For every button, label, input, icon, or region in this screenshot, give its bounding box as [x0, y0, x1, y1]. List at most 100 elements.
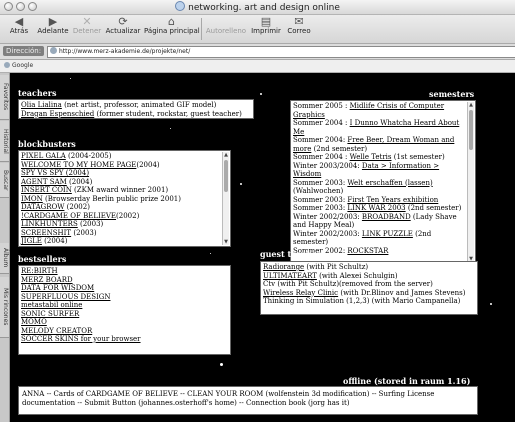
forward-arrow-icon: ▶	[48, 15, 58, 28]
print-button[interactable]: ▤ Imprimir	[249, 16, 283, 35]
semesters-scrollbar[interactable]: ▲ ▼	[467, 102, 474, 262]
list-item: Olia Lialina (net artist, professor, ani…	[21, 101, 217, 109]
bestsellers-heading: bestsellers	[18, 254, 67, 264]
side-tab-my-corners[interactable]: Mis rincones	[0, 277, 9, 338]
semester-link[interactable]: BROADBAND	[362, 213, 411, 221]
list-item: Winter 2002/2003: LINK PUZZLE (2nd semes…	[293, 229, 432, 247]
address-input[interactable]: http://www.merz-akademie.de/projekte/net…	[47, 46, 515, 58]
window-title: networking. art and design online	[0, 1, 515, 13]
project-link[interactable]: LINKHUNTERS	[21, 220, 78, 228]
semester-link[interactable]: ROCKSTAR	[347, 247, 388, 255]
project-link[interactable]: IMON	[21, 195, 43, 203]
blockbusters-box: PIXEL GALA (2004-2005) WELCOME TO MY HOM…	[18, 150, 231, 247]
explorer-side-tabs: Favoritos Historial Buscar Álbum Mis rin…	[0, 73, 10, 422]
project-link[interactable]: !CARDGAME OF BELIEVE	[21, 212, 116, 220]
list-item: SCREENSHIT (2003)	[21, 228, 97, 237]
blockbusters-scrollbar[interactable]: ▲ ▼	[222, 152, 229, 245]
back-arrow-icon: ◀	[14, 15, 24, 28]
teachers-heading: teachers	[18, 88, 57, 98]
list-item: Sommer 2004 : I Dunno Whatcha Heard Abou…	[293, 119, 460, 136]
list-item: SPY VS SPY (2004)	[21, 169, 228, 178]
star	[240, 183, 242, 185]
guest-teachers-heading: guest teachers	[260, 249, 326, 259]
side-tab-favorites[interactable]: Favoritos	[0, 75, 9, 120]
list-item: Winter 2003/2004: Data > Information > W…	[293, 161, 440, 179]
semester-link[interactable]: First Ten Years exhibition	[347, 196, 438, 204]
teachers-box: Olia Lialina (net artist, professor, ani…	[18, 99, 254, 119]
list-item: Dragan Espenschied (former student, rock…	[21, 109, 242, 118]
project-link[interactable]: DATAGROW	[21, 203, 64, 211]
mail-icon: ✉	[294, 15, 304, 28]
project-link[interactable]: SPY VS SPY (2004)	[21, 169, 89, 177]
toolbar-divider	[201, 18, 202, 40]
side-tab-search[interactable]: Buscar	[0, 163, 9, 198]
scroll-thumb[interactable]	[224, 160, 228, 192]
blockbusters-heading: blockbusters	[18, 139, 76, 149]
project-link[interactable]: SUPERFLUOUS DESIGN	[21, 293, 110, 301]
project-link[interactable]: SONIC SURFER	[21, 310, 79, 318]
guest-link[interactable]: Radiorange	[263, 263, 304, 271]
favorite-google[interactable]: Google	[4, 62, 33, 69]
list-item: MOMO	[21, 318, 228, 327]
list-item: DATAGROW (2002)	[21, 203, 90, 211]
page-icon	[50, 47, 57, 54]
project-link[interactable]: RE:BIRTH	[21, 267, 58, 275]
home-button[interactable]: ⌂ Página principal	[144, 16, 200, 35]
project-link[interactable]: metastabil online	[21, 301, 82, 309]
list-item: Radiorange (with Pit Schultz)	[263, 263, 369, 271]
list-item: metastabil online	[21, 301, 228, 310]
stop-button[interactable]: ✕ Detener	[72, 16, 102, 35]
list-item: MELODY CREATOR	[21, 327, 228, 336]
list-item: IMON (Browserday Berlin public prize 200…	[21, 194, 181, 203]
scroll-thumb[interactable]	[469, 110, 473, 150]
scroll-up-icon[interactable]: ▲	[468, 102, 474, 108]
project-link[interactable]: MERZ BOARD	[21, 276, 73, 284]
project-link[interactable]: AGENT SAM	[21, 178, 67, 186]
list-item: Sommer 2004 : Welle Tetris (1st semester…	[293, 153, 445, 161]
project-link[interactable]: MELODY CREATOR	[21, 327, 92, 335]
side-tab-album[interactable]: Álbum	[0, 243, 9, 274]
project-link[interactable]: PIXEL GALA	[21, 152, 66, 160]
globe-icon	[175, 1, 186, 11]
semester-link[interactable]: LINK PUZZLE	[362, 230, 413, 238]
side-tab-history[interactable]: Historial	[0, 121, 9, 162]
teacher-link[interactable]: Dragan Espenschied	[21, 110, 94, 118]
browser-window: networking. art and design online ◀ Atrás…	[0, 0, 515, 422]
semester-link[interactable]: Welle Tetris	[350, 153, 392, 161]
teacher-link[interactable]: Olia Lialina	[21, 101, 62, 109]
star	[210, 253, 211, 254]
scroll-up-icon[interactable]: ▲	[223, 152, 229, 158]
list-item: Sommer 2005 : Midlife Crisis of Computer…	[293, 102, 445, 119]
scroll-down-icon[interactable]: ▼	[223, 239, 229, 245]
list-item: LINKHUNTERS (2003)	[21, 220, 104, 228]
list-item: Sommer 2003: First Ten Years exhibition	[293, 195, 439, 204]
project-link[interactable]: INSERT COIN	[21, 186, 72, 194]
list-item: Sommer 2003: LINK WAR 2003 (2nd semester…	[293, 204, 462, 212]
project-link[interactable]: DATA FOR WISDOM	[21, 284, 94, 292]
list-item: Sommer 2004: Free Beer, Dream Woman and …	[293, 136, 455, 153]
guest-link[interactable]: Wireless Relay Clinic	[263, 289, 338, 297]
project-link[interactable]: MOMO	[21, 318, 47, 326]
semester-link[interactable]: LINK WAR 2003	[347, 204, 405, 212]
list-item: !CARDGAME OF BELIEVE(2002)	[21, 211, 140, 220]
address-label: Dirección:	[3, 46, 45, 56]
mail-button[interactable]: ✉ Correo	[285, 16, 313, 35]
refresh-button[interactable]: ⟳ Actualizar	[103, 16, 143, 35]
list-item: INSERT COIN (ZKM award winner 2001)	[21, 186, 169, 194]
project-link[interactable]: WELCOME TO MY HOME PAGE	[21, 161, 136, 169]
forward-button[interactable]: ▶ Adelante	[36, 16, 70, 35]
semesters-box: Sommer 2005 : Midlife Crisis of Computer…	[290, 100, 476, 264]
list-item: SOCCER SKINS for your browser	[21, 335, 228, 344]
globe-icon	[4, 62, 10, 68]
list-item: AGENT SAM (2004)	[21, 177, 93, 186]
project-link[interactable]: SCREENSHIT	[21, 229, 71, 237]
printer-icon: ▤	[260, 15, 272, 28]
guest-link[interactable]: ULTIMATEART	[263, 272, 317, 280]
back-button[interactable]: ◀ Atrás	[4, 16, 34, 35]
list-item: SONIC SURFER	[21, 310, 228, 319]
semester-link[interactable]: Welt erschaffen (lassen)	[347, 179, 432, 187]
list-item: ULTIMATEART (with Alexei Schulgin)	[263, 271, 398, 280]
project-link[interactable]: SOCCER SKINS for your browser	[21, 335, 141, 343]
autofill-button[interactable]: Autorelleno	[204, 16, 248, 35]
project-link[interactable]: JIGLE	[21, 237, 42, 245]
